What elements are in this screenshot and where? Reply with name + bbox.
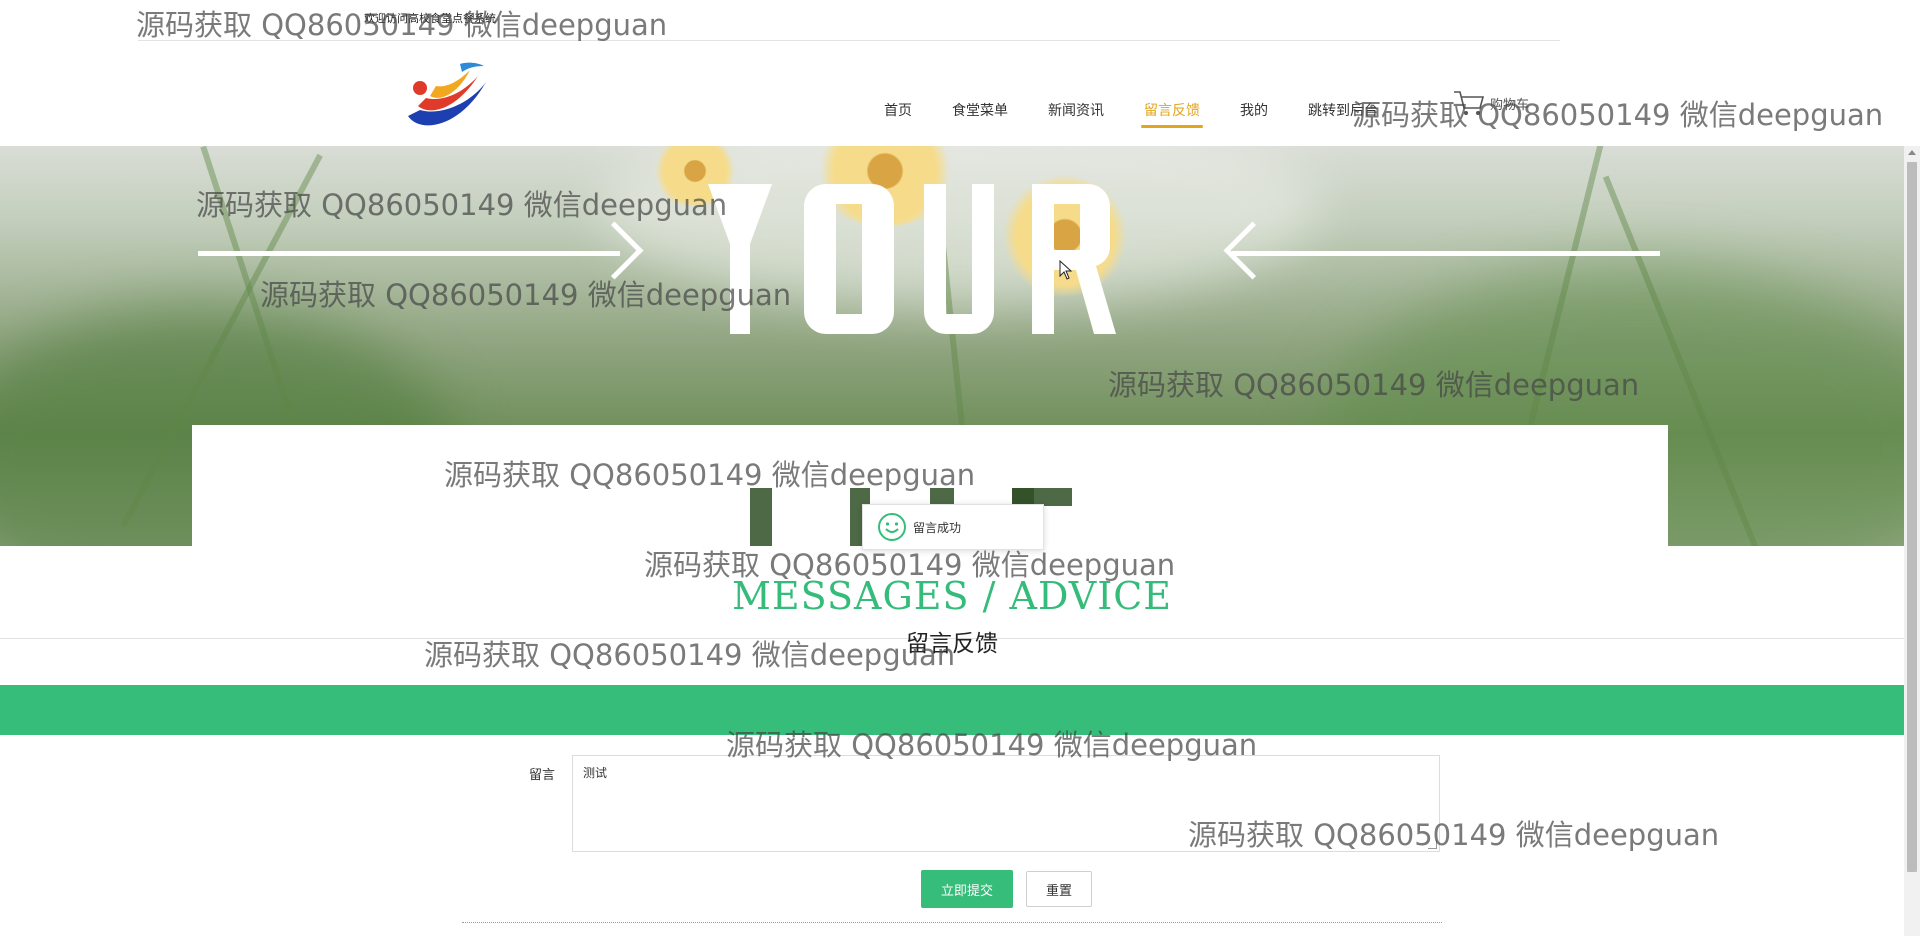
watermark: 源码获取 QQ86050149 微信deepguan: [644, 548, 1176, 582]
nav-home[interactable]: 首页: [884, 96, 912, 128]
reset-button[interactable]: 重置: [1026, 871, 1092, 907]
banner-arrow-right: [1232, 251, 1660, 256]
watermark: 源码获取 QQ86050149 微信deepguan: [424, 638, 956, 672]
nav-feedback[interactable]: 留言反馈: [1141, 96, 1203, 128]
scrollbar-thumb[interactable]: [1907, 162, 1917, 872]
nav-mine[interactable]: 我的: [1240, 96, 1268, 128]
nav-menu[interactable]: 食堂菜单: [952, 96, 1008, 128]
message-text: 测试: [583, 766, 608, 780]
watermark: 源码获取 QQ86050149 微信deepguan: [1352, 98, 1884, 132]
message-label: 留言: [529, 768, 556, 783]
main-nav: 首页 食堂菜单 新闻资讯 留言反馈 我的 跳转到后台: [884, 92, 1418, 132]
watermark: 源码获取 QQ86050149 微信deepguan: [444, 458, 976, 492]
watermark: 源码获取 QQ86050149 微信deepguan: [260, 278, 792, 312]
submit-button[interactable]: 立即提交: [921, 870, 1013, 908]
nav-news[interactable]: 新闻资讯: [1048, 96, 1104, 128]
mouse-cursor-icon: [1059, 260, 1073, 280]
site-logo[interactable]: [400, 58, 492, 134]
watermark: 源码获取 QQ86050149 微信deepguan: [1188, 818, 1720, 852]
toast-text: 留言成功: [913, 520, 962, 535]
banner-arrow-left: [198, 251, 620, 256]
watermark: 源码获取 QQ86050149 微信deepguan: [136, 8, 668, 42]
smile-icon: [878, 513, 906, 541]
dotted-divider: [462, 922, 1442, 923]
watermark: 源码获取 QQ86050149 微信deepguan: [196, 188, 728, 222]
scroll-up-arrow-icon[interactable]: [1908, 150, 1916, 155]
watermark: 源码获取 QQ86050149 微信deepguan: [726, 728, 1258, 762]
watermark: 源码获取 QQ86050149 微信deepguan: [1108, 368, 1640, 402]
page-scrollbar[interactable]: [1904, 146, 1920, 936]
